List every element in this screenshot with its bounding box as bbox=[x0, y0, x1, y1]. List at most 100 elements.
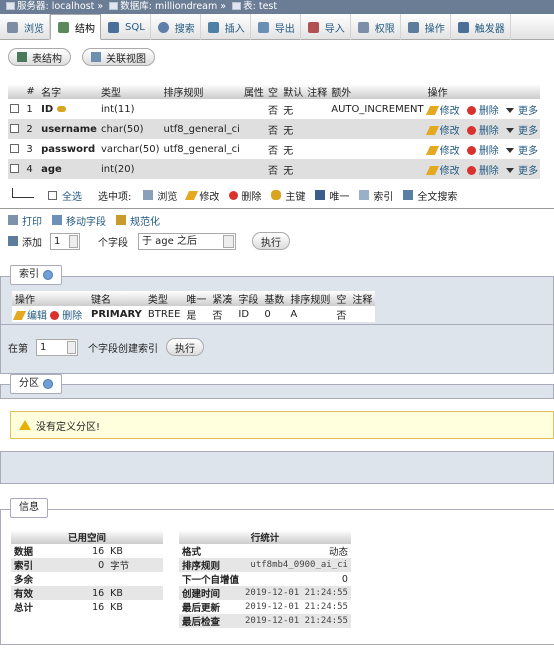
pencil-icon bbox=[425, 125, 439, 135]
edit-link[interactable]: 修改 bbox=[425, 165, 460, 177]
header-cell bbox=[8, 84, 25, 99]
table-structure-button[interactable]: 表结构 bbox=[8, 48, 71, 66]
breadcrumb-table[interactable]: test bbox=[259, 1, 277, 12]
help-icon[interactable] bbox=[43, 270, 53, 280]
add-field-execute-button[interactable]: 执行 bbox=[252, 232, 290, 250]
move-columns-link[interactable]: 移动字段 bbox=[52, 213, 106, 228]
add-field-count-input[interactable]: 1 bbox=[50, 232, 80, 250]
tab-privileges[interactable]: 权限 bbox=[351, 14, 401, 40]
index-cardinality: 0 bbox=[261, 306, 288, 322]
row-checkbox[interactable] bbox=[10, 164, 19, 173]
column-extra: AUTO_INCREMENT bbox=[329, 99, 426, 119]
header-cell[interactable]: 额外 bbox=[329, 84, 426, 99]
relation-view-button[interactable]: 关联视图 bbox=[82, 48, 155, 66]
breadcrumb-server[interactable]: localhost bbox=[52, 1, 95, 12]
bulk-edit-label: 修改 bbox=[199, 191, 220, 203]
header-cell[interactable]: 名字 bbox=[39, 84, 99, 99]
edit-link[interactable]: 修改 bbox=[425, 105, 460, 117]
delete-link[interactable]: 删除 bbox=[466, 145, 499, 157]
row-checkbox[interactable] bbox=[10, 104, 19, 113]
stat-key: 格式 bbox=[179, 544, 243, 558]
print-link[interactable]: 打印 bbox=[8, 213, 42, 228]
index-edit-link[interactable]: 编辑 bbox=[12, 310, 47, 322]
normalize-link[interactable]: 规范化 bbox=[116, 213, 160, 228]
index-header-cell: 基数 bbox=[261, 291, 288, 306]
more-menu[interactable]: 更多 bbox=[506, 126, 538, 137]
header-cell[interactable]: 空 bbox=[265, 84, 282, 99]
help-icon[interactable] bbox=[43, 379, 53, 389]
column-row: 2 username char(50) utf8_general_ci 否 无 … bbox=[8, 119, 540, 139]
index-header-cell: 紧凑 bbox=[209, 291, 236, 306]
add-field-position-select[interactable]: 于 age 之后 bbox=[138, 232, 236, 250]
row-checkbox[interactable] bbox=[10, 124, 19, 133]
delete-label: 删除 bbox=[478, 105, 499, 117]
tab-insert[interactable]: 插入 bbox=[201, 14, 251, 40]
header-cell[interactable]: 注释 bbox=[305, 84, 330, 99]
edit-link[interactable]: 修改 bbox=[425, 145, 460, 157]
header-cell[interactable]: 类型 bbox=[98, 84, 162, 99]
index-header-cell: 空 bbox=[333, 291, 350, 306]
breadcrumb-server-label: 服务器: bbox=[17, 1, 49, 12]
bulk-index-button[interactable]: 索引 bbox=[359, 188, 393, 203]
move-icon bbox=[52, 215, 62, 225]
tab-sql[interactable]: SQL bbox=[101, 14, 151, 40]
space-usage-table: 已用空间 数据 16 KB 索引 0 字节 多余 有效 16 KB 总计 16 KB bbox=[11, 530, 163, 614]
tab-browse[interactable]: 浏览 bbox=[0, 14, 50, 40]
breadcrumb-db[interactable]: milliondream bbox=[155, 1, 217, 12]
add-field-position: 于 age 之后 bbox=[142, 235, 197, 247]
tab-export[interactable]: 导出 bbox=[251, 14, 301, 40]
bulk-primary-button[interactable]: 主键 bbox=[271, 188, 305, 203]
tab-import[interactable]: 导入 bbox=[301, 14, 351, 40]
triggers-icon bbox=[457, 21, 469, 33]
create-index-count-input[interactable]: 1 bbox=[36, 338, 78, 356]
indexes-header: 操作 键名 类型 唯一 紧凑 字段 基数 排序规则 空 注释 bbox=[12, 291, 376, 306]
add-field-label: 添加 bbox=[22, 237, 42, 249]
header-cell: # bbox=[24, 84, 40, 99]
more-menu[interactable]: 更多 bbox=[506, 146, 538, 157]
header-cell[interactable]: 默认 bbox=[281, 84, 306, 99]
index-delete-link[interactable]: 删除 bbox=[50, 310, 82, 322]
select-all-checkbox[interactable] bbox=[48, 190, 57, 200]
select-all-label[interactable]: 全选 bbox=[62, 188, 82, 203]
row-stats-title: 行统计 bbox=[179, 530, 351, 544]
stat-key: 创建时间 bbox=[179, 586, 243, 600]
column-null: 否 bbox=[265, 139, 282, 159]
stat-unit: KB bbox=[107, 544, 163, 558]
select-all-arrow-icon bbox=[12, 188, 34, 198]
delete-label: 删除 bbox=[478, 125, 499, 137]
column-num: 4 bbox=[24, 159, 40, 179]
spinner-icon[interactable] bbox=[67, 340, 76, 354]
relation-icon bbox=[91, 52, 101, 62]
tab-operations[interactable]: 操作 bbox=[401, 14, 451, 40]
more-menu[interactable]: 更多 bbox=[506, 106, 538, 117]
stat-value bbox=[66, 572, 108, 586]
delete-link[interactable]: 删除 bbox=[466, 125, 499, 137]
create-index-execute-button[interactable]: 执行 bbox=[166, 338, 204, 356]
row-checkbox[interactable] bbox=[10, 144, 19, 153]
header-cell[interactable]: 属性 bbox=[241, 84, 266, 99]
bulk-browse-button[interactable]: 浏览 bbox=[143, 188, 177, 203]
tab-label: 权限 bbox=[374, 23, 395, 35]
tab-triggers[interactable]: 触发器 bbox=[451, 14, 511, 40]
bulk-unique-button[interactable]: 唯一 bbox=[315, 188, 349, 203]
spinner-icon[interactable] bbox=[69, 234, 78, 248]
key-icon bbox=[56, 105, 66, 112]
delete-link[interactable]: 删除 bbox=[466, 165, 499, 177]
column-attr bbox=[241, 99, 266, 119]
tab-search[interactable]: 搜索 bbox=[151, 14, 201, 40]
bulk-fulltext-button[interactable]: 全文搜索 bbox=[403, 188, 457, 203]
delete-link[interactable]: 删除 bbox=[466, 105, 499, 117]
more-menu[interactable]: 更多 bbox=[506, 166, 538, 177]
space-usage-title: 已用空间 bbox=[11, 530, 163, 544]
tab-label: 搜索 bbox=[174, 23, 195, 35]
tab-structure[interactable]: 结构 bbox=[50, 14, 101, 40]
browse-icon bbox=[7, 21, 18, 33]
edit-link[interactable]: 修改 bbox=[425, 125, 460, 137]
column-collation: utf8_general_ci bbox=[161, 119, 242, 139]
header-cell[interactable]: 排序规则 bbox=[161, 84, 242, 99]
bulk-edit-button[interactable]: 修改 bbox=[185, 188, 220, 203]
bulk-delete-button[interactable]: 删除 bbox=[229, 188, 261, 203]
index-header-cell: 注释 bbox=[349, 291, 376, 306]
add-column-icon bbox=[8, 236, 18, 246]
delete-icon bbox=[466, 165, 476, 175]
